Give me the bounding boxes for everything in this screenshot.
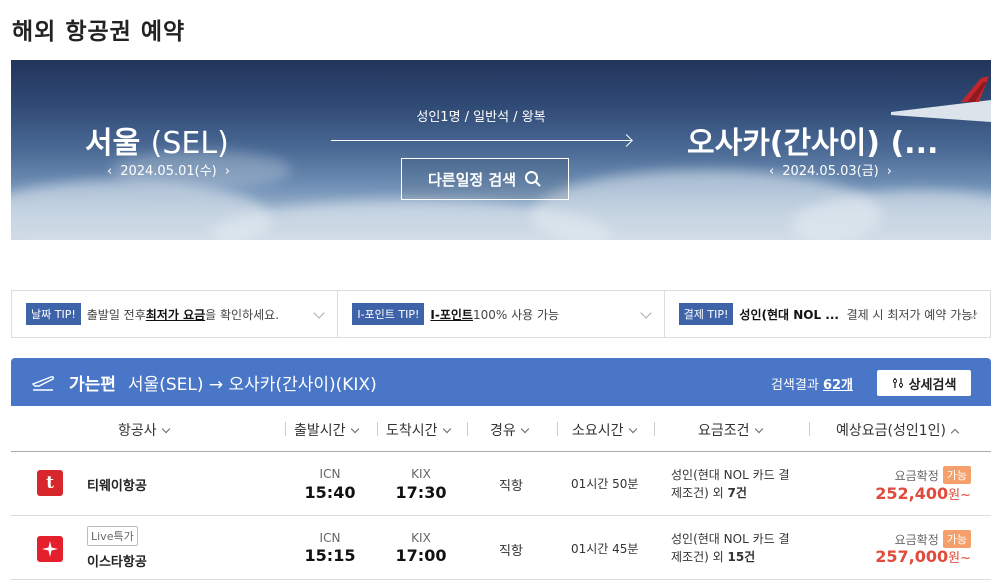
sort-duration[interactable]: 소요시간 bbox=[572, 420, 637, 440]
chevron-down-icon bbox=[313, 307, 325, 319]
direction-label: 가는편 bbox=[69, 374, 116, 395]
chevron-down-icon bbox=[161, 424, 170, 434]
tip-badge: I-포인트 TIP! bbox=[352, 303, 425, 325]
chevron-up-icon bbox=[950, 428, 960, 438]
page-title: 해외 항공권 예약 bbox=[12, 19, 186, 45]
departure-airport: ICN bbox=[319, 531, 341, 545]
sort-arrival-time[interactable]: 도착시간 bbox=[386, 420, 451, 440]
next-date-icon[interactable]: › bbox=[887, 164, 892, 179]
flight-row[interactable]: Live특가 이스타항공 ICN 15:15 KIX 17:00 직항 01시간… bbox=[11, 516, 991, 580]
destination-date: ‹ 2024.05.03(금) › bbox=[769, 164, 892, 179]
duration: 01시간 45분 bbox=[571, 542, 639, 556]
search-icon bbox=[525, 171, 541, 187]
departure-airport: ICN bbox=[319, 467, 341, 481]
results-header-bar: 가는편 서울(SEL) → 오사카(간사이)(KIX) 검색결과 62개 상세검… bbox=[11, 358, 991, 406]
duration: 01시간 50분 bbox=[571, 477, 639, 491]
arrival-time: 17:00 bbox=[395, 546, 447, 565]
origin-city: 서울 (SEL) bbox=[85, 126, 229, 161]
fare-status: 요금확정 가능 bbox=[895, 466, 971, 484]
departure-time: 15:40 bbox=[304, 483, 356, 502]
fare-status: 요금확정 가능 bbox=[895, 530, 971, 548]
tip-ipoint[interactable]: I-포인트 TIP! I-포인트 100% 사용 가능 bbox=[338, 291, 665, 337]
arrival-time: 17:30 bbox=[395, 483, 447, 502]
expected-fare: 257,000원~ bbox=[875, 547, 971, 566]
tip-badge: 날짜 TIP! bbox=[26, 303, 81, 325]
detail-search-button[interactable]: 상세검색 bbox=[877, 370, 971, 396]
tips-bar: 날짜 TIP! 출발일 전후 최저가 요금 을 확인하세요. I-포인트 TIP!… bbox=[11, 290, 991, 338]
fare-condition: 성인(현대 NOL 카드 결 제조건) 외 15건 bbox=[671, 532, 790, 564]
stops: 직항 bbox=[499, 479, 523, 494]
stops: 직항 bbox=[499, 544, 523, 559]
live-deal-badge: Live특가 bbox=[87, 526, 138, 546]
sort-airline[interactable]: 항공사 bbox=[118, 420, 170, 440]
chevron-down-icon bbox=[754, 424, 763, 434]
trip-info: 성인1명 / 일반석 / 왕복 bbox=[416, 110, 546, 125]
tip-date[interactable]: 날짜 TIP! 출발일 전후 최저가 요금 을 확인하세요. bbox=[12, 291, 339, 337]
departure-plane-icon bbox=[31, 376, 54, 391]
departure-time: 15:15 bbox=[304, 546, 356, 565]
sort-fare-condition[interactable]: 요금조건 bbox=[698, 420, 763, 440]
eastar-logo-icon bbox=[37, 536, 63, 562]
chevron-down-icon bbox=[350, 424, 359, 434]
available-badge: 가능 bbox=[942, 530, 971, 548]
destination-city: 오사카(간사이) (... bbox=[687, 126, 939, 161]
tway-logo-icon: t bbox=[37, 470, 63, 496]
filter-icon bbox=[892, 378, 903, 388]
flight-row[interactable]: t 티웨이항공 ICN 15:40 KIX 17:30 직항 01시간 50분 … bbox=[11, 452, 991, 516]
chevron-down-icon bbox=[628, 424, 637, 434]
tip-payment[interactable]: 결제 TIP! 성인(현대 NOL ... 결제 시 최저가 예약 가능! bbox=[665, 291, 990, 337]
prev-date-icon[interactable]: ‹ bbox=[769, 164, 774, 179]
result-count: 검색결과 62개 bbox=[770, 378, 853, 393]
route-label: 서울(SEL) → 오사카(간사이)(KIX) bbox=[127, 374, 377, 395]
chevron-down-icon bbox=[520, 424, 530, 434]
route-arrow bbox=[331, 140, 631, 141]
airline-name: 이스타항공 bbox=[87, 555, 147, 570]
results-table-header: 항공사 출발시간 도착시간 경유 소요시간 요금조건 예상요금(성인1인) bbox=[11, 406, 991, 452]
origin-date: ‹ 2024.05.01(수) › bbox=[107, 164, 230, 179]
sort-departure-time[interactable]: 출발시간 bbox=[294, 420, 359, 440]
sort-stops[interactable]: 경유 bbox=[490, 420, 530, 440]
search-summary-banner: 서울 (SEL) ‹ 2024.05.01(수) › 성인1명 / 일반석 / 왕복… bbox=[11, 60, 991, 240]
chevron-down-icon bbox=[639, 307, 652, 319]
prev-date-icon[interactable]: ‹ bbox=[107, 164, 112, 179]
airline-name: 티웨이항공 bbox=[87, 479, 147, 494]
fare-condition: 성인(현대 NOL 카드 결 제조건) 외 7건 bbox=[671, 468, 790, 500]
other-schedule-search-button[interactable]: 다른일정 검색 bbox=[401, 158, 569, 200]
next-date-icon[interactable]: › bbox=[225, 164, 230, 179]
chevron-down-icon bbox=[442, 424, 451, 434]
arrival-airport: KIX bbox=[411, 531, 431, 545]
tip-badge: 결제 TIP! bbox=[678, 303, 734, 325]
sort-expected-fare[interactable]: 예상요금(성인1인) bbox=[836, 420, 960, 440]
arrival-airport: KIX bbox=[411, 467, 431, 481]
expected-fare: 252,400원~ bbox=[875, 484, 971, 503]
available-badge: 가능 bbox=[942, 466, 971, 484]
